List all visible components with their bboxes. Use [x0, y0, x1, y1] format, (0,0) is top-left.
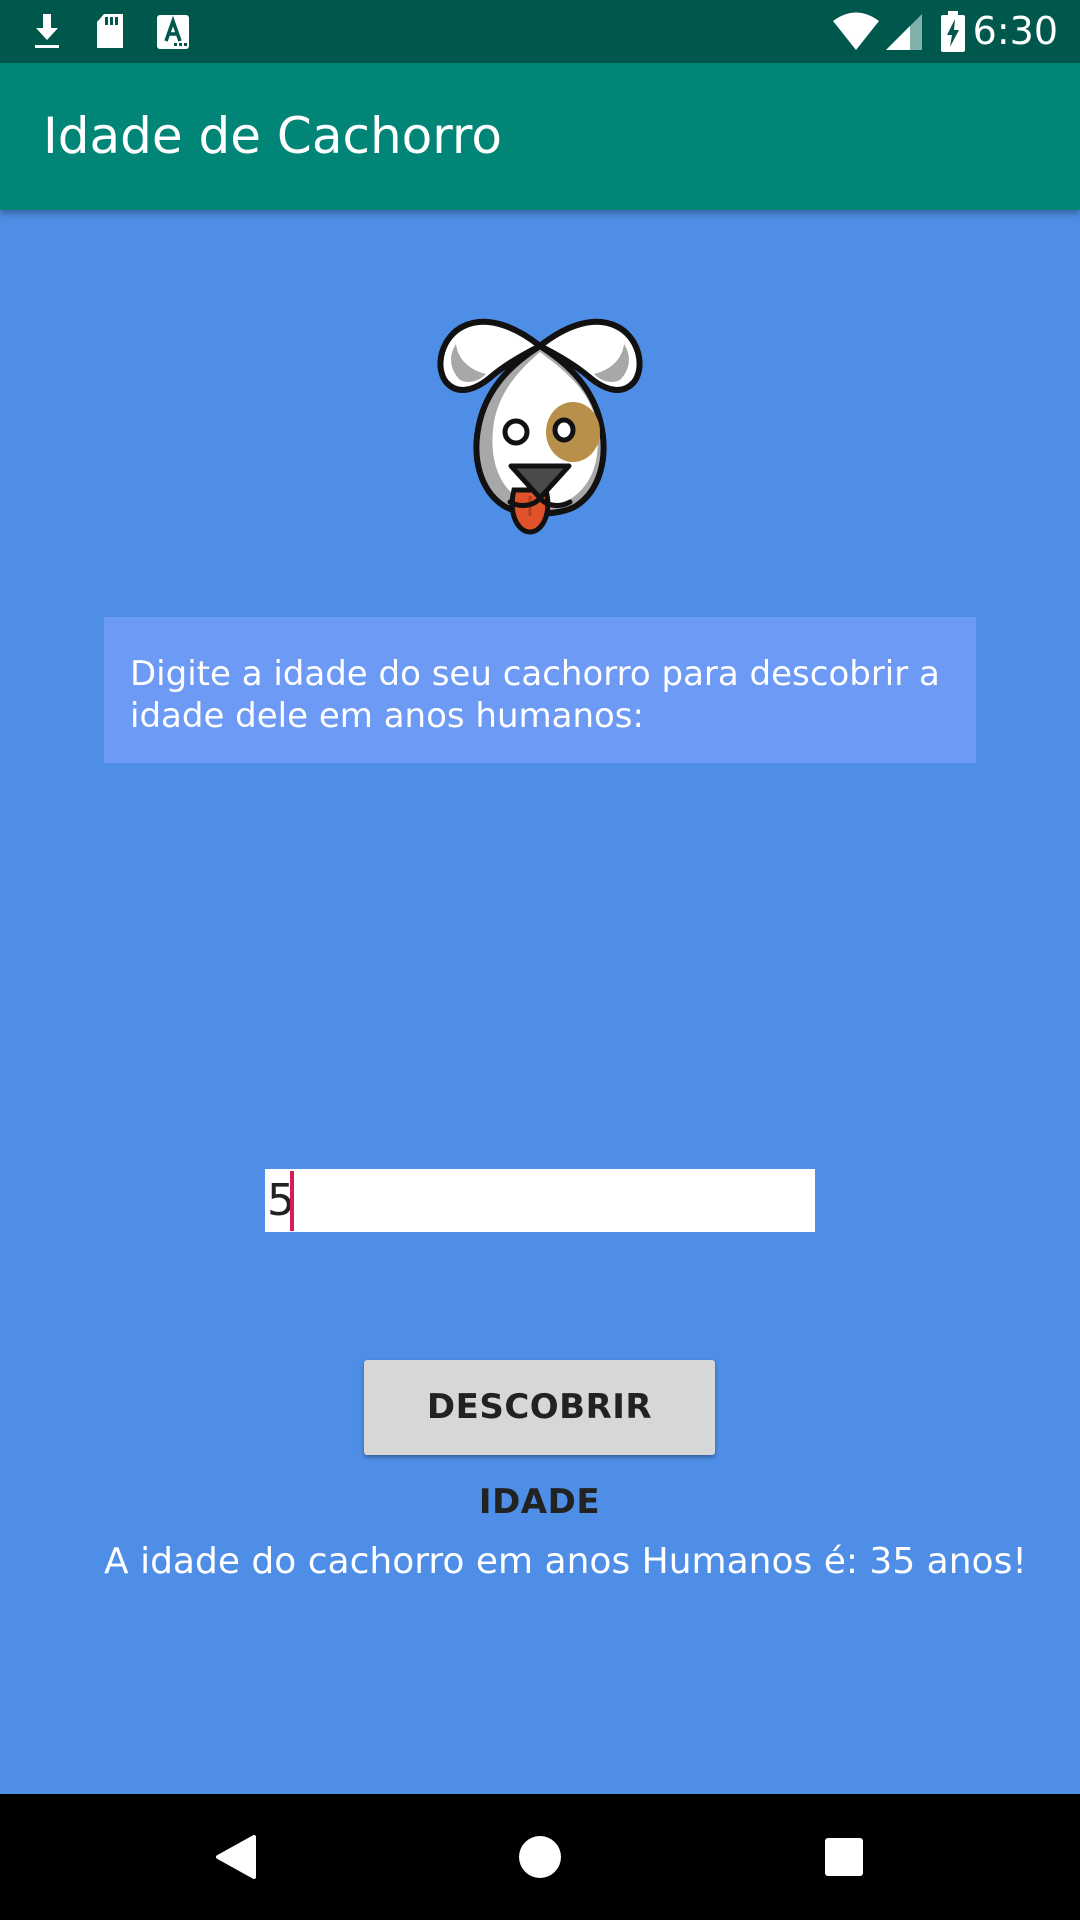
back-icon[interactable] — [173, 1794, 299, 1920]
discover-age-button[interactable]: DESCOBRIR IDADE — [364, 1360, 715, 1522]
instruction-box: Digite a idade do seu cachorro para desc… — [104, 617, 976, 763]
text-cursor — [290, 1171, 294, 1231]
age-input[interactable]: 5 — [265, 1169, 815, 1232]
dog-face-icon — [400, 270, 680, 550]
download-icon — [30, 0, 64, 63]
instruction-text: Digite a idade do seu cachorro para desc… — [130, 654, 940, 736]
home-icon[interactable] — [477, 1794, 603, 1920]
app-title: Idade de Cachorro — [43, 107, 502, 165]
clock: 6:30 — [972, 9, 1058, 53]
result-text: A idade do cachorro em anos Humanos é: 3… — [104, 1541, 1027, 1582]
status-bar: 6:30 — [0, 0, 1080, 63]
main-content: Digite a idade do seu cachorro para desc… — [0, 210, 1080, 1794]
app-bar: Idade de Cachorro — [0, 63, 1080, 210]
sd-card-icon — [94, 0, 126, 63]
wifi-icon — [832, 0, 880, 63]
recents-icon[interactable] — [781, 1794, 907, 1920]
signal-icon — [884, 0, 924, 63]
navigation-bar — [0, 1794, 1080, 1920]
keyboard-icon — [156, 0, 190, 63]
battery-charging-icon — [940, 0, 966, 63]
